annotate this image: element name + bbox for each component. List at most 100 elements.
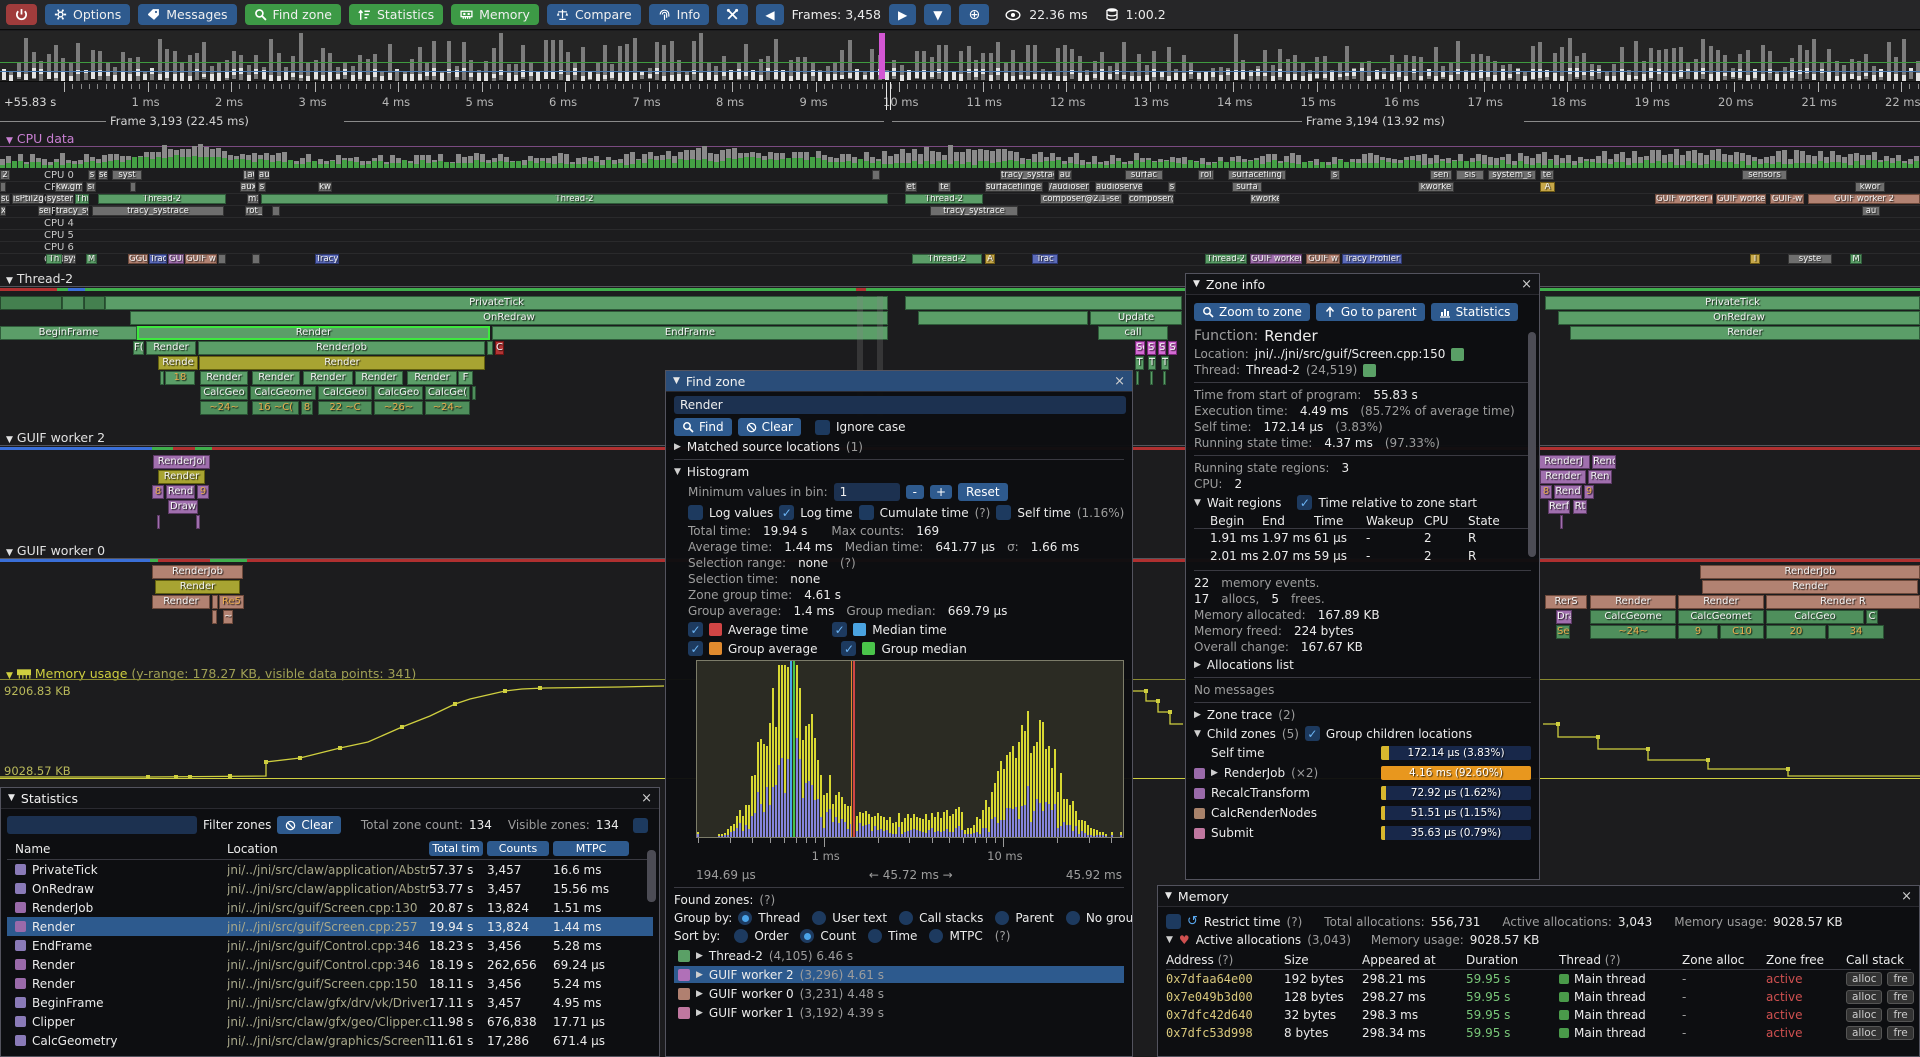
statistics-row[interactable]: Renderjni/../jni/src/guif/Control.cpp:34… [7, 955, 653, 974]
timeline-zone[interactable]: Dra [1556, 610, 1572, 624]
cpu-zone[interactable]: GUI [168, 254, 184, 264]
cpu-zone[interactable] [272, 206, 280, 216]
cpu-zone[interactable]: GUIF worker 0 [1655, 194, 1713, 204]
timeline-zone[interactable]: Render [1702, 580, 1918, 594]
timeline-zone[interactable]: 18 [165, 371, 195, 385]
cpu-zone[interactable]: Trac [1032, 254, 1058, 264]
timeline-zone[interactable]: Rende [158, 356, 198, 370]
cpu-zone[interactable]: se [98, 170, 108, 180]
timeline-zone[interactable] [1163, 371, 1166, 385]
cpu-zone[interactable]: au [258, 170, 270, 180]
cpu-zone[interactable]: surf [0, 194, 10, 204]
toolbar-button-compare[interactable]: Compare [547, 4, 641, 25]
timeline-zone[interactable]: call [1098, 326, 1168, 340]
toolbar-button-options[interactable]: Options [45, 4, 130, 25]
timeline-zone[interactable]: Rend [166, 485, 195, 499]
timeline-zone[interactable] [62, 296, 84, 310]
timeline-zone[interactable]: S [1168, 341, 1177, 355]
cpu-zone[interactable]: Thread-2 [912, 254, 982, 264]
timeline-zone[interactable]: Render R [1766, 595, 1920, 609]
sort-button-total[interactable]: Total tim [429, 841, 483, 856]
timeline-zone[interactable]: 9 [1678, 625, 1718, 639]
statistics-row[interactable]: Clipperjni/../jni/src/claw/gfx/geo/Clipp… [7, 1012, 653, 1031]
cpu-zone[interactable]: tracy_sysn [55, 206, 89, 216]
statistics-window-titlebar[interactable]: ▼Statistics× [1, 788, 659, 809]
cpu-zone[interactable]: audioserver [1095, 182, 1143, 192]
zone-trace-header[interactable]: ▶Zone trace(2) [1194, 708, 1531, 722]
filter-zones-input[interactable] [7, 816, 197, 834]
cpu-zone[interactable]: M [1850, 254, 1862, 264]
zoom-to-zone-button[interactable]: Zoom to zone [1194, 303, 1310, 321]
matched-source-locations[interactable]: ▶Matched source locations(1) [674, 440, 1124, 454]
cpu-zone[interactable]: tracy_systrace [1000, 170, 1055, 180]
timeline-zone[interactable]: CalcGeome [1590, 610, 1676, 624]
call-stack-button[interactable]: fre [1887, 1026, 1913, 1040]
cpu-zone[interactable]: GUIF worker 2 [1250, 254, 1302, 264]
timeline-zone[interactable]: 8 [301, 401, 313, 415]
cpu-zone[interactable]: Thread-2 [1205, 254, 1247, 264]
timeline-zone[interactable]: Rt [1573, 500, 1587, 514]
cpu-zone[interactable]: GUIF worker 2 [1808, 194, 1920, 204]
legend-checkbox-2[interactable]: ✓ [688, 641, 703, 656]
cpu-zone[interactable]: surfaceflinger [985, 182, 1043, 192]
cpu-zone[interactable]: tracy_systrace [930, 206, 1018, 216]
cpu-zone[interactable]: Thread-2 [98, 194, 226, 204]
cpu-zone[interactable]: Th [46, 254, 62, 264]
cpu-zone[interactable]: Tracy [149, 254, 167, 264]
timeline-zone[interactable]: RenderJob [1700, 565, 1920, 579]
cpu-zone[interactable]: si [86, 182, 96, 192]
found-zone-group[interactable]: ▶Thread-2(4,105) 6.46 s [674, 947, 1124, 964]
cpu-zone[interactable]: isPtil2g( [12, 194, 44, 204]
group-by-radio-user-text[interactable] [812, 911, 826, 925]
time-relative-checkbox[interactable]: ✓ [1297, 495, 1312, 510]
memory-col-address[interactable]: Address (?) [1166, 953, 1284, 967]
timeline-zone[interactable]: Render [199, 356, 485, 370]
frame-set-dropdown-button[interactable]: ▼ [924, 4, 951, 25]
child-zone-row[interactable]: Submit35.63 µs (0.79%) [1194, 825, 1531, 841]
cpu-zone[interactable]: M [86, 254, 97, 264]
timeline-zone[interactable]: RenderJob [198, 341, 485, 355]
collapse-icon[interactable]: ▼ [673, 376, 680, 386]
group-by-radio-call-stacks[interactable] [899, 911, 913, 925]
timeline-zone[interactable]: F( [133, 341, 144, 355]
find-zone-histogram[interactable] [696, 660, 1124, 838]
timeline-zone[interactable]: T [1135, 356, 1144, 370]
timeline-zone[interactable]: Sc [1135, 341, 1145, 355]
timeline-zone[interactable]: Render [303, 371, 353, 385]
memory-allocation-row[interactable]: 0x7dfc42d64032 bytes298.3 ms59.95 sMain … [1166, 1006, 1911, 1024]
timeline-zone[interactable]: Render [407, 371, 457, 385]
cpu-zone[interactable]: kworke [1250, 194, 1280, 204]
timeline-zone[interactable] [1136, 371, 1139, 385]
timeline-zone[interactable]: Rend [1554, 485, 1582, 499]
timeline-zone[interactable] [212, 595, 218, 609]
cpu-zone[interactable]: 2 [0, 170, 10, 180]
cpu-zone[interactable]: GGUIF [128, 254, 148, 264]
child-zone-row[interactable]: Self time172.14 µs (3.83%) [1194, 745, 1531, 761]
timeline-zone[interactable]: Render [146, 341, 196, 355]
ignore-case-checkbox[interactable] [815, 420, 830, 435]
timeline-zone[interactable]: Si [1147, 341, 1156, 355]
call-stack-button[interactable]: alloc [1846, 1008, 1882, 1022]
toolbar-button-info[interactable]: Info [649, 4, 710, 25]
child-zone-row[interactable]: RecalcTransform72.92 µs (1.62%) [1194, 785, 1531, 801]
cpu-zone[interactable]: system_se [46, 194, 74, 204]
next-frame-button[interactable]: ▶ [889, 4, 916, 25]
find-zone-window-titlebar[interactable]: ▼Find zone× [666, 371, 1132, 392]
cpu-zone[interactable] [0, 182, 6, 192]
cpu-zone[interactable]: tracy_systrace [92, 206, 224, 216]
cpu-zone[interactable]: [au [243, 170, 255, 180]
timeline-zone[interactable]: CalcGeo [200, 386, 248, 400]
expand-icon[interactable]: ▶ [696, 989, 703, 999]
cpu-zone[interactable]: kwor [1855, 182, 1885, 192]
timeline-zone[interactable]: RenderJ [1537, 455, 1590, 469]
cpu-zone[interactable]: au [1862, 206, 1880, 216]
expand-icon[interactable]: ▶ [1211, 768, 1218, 778]
memory-col-zone-free[interactable]: Zone free [1766, 953, 1846, 967]
timeline-zone[interactable]: T [1161, 356, 1169, 370]
call-stack-button[interactable]: fre [1887, 990, 1913, 1004]
cpu-zone[interactable] [872, 170, 880, 180]
statistics-button[interactable]: Statistics [1431, 303, 1519, 321]
timeline-zone[interactable]: RenderJob [152, 565, 243, 579]
toolbar-button-tools[interactable] [717, 4, 748, 25]
found-zone-group[interactable]: ▶GUIF worker 2(3,296) 4.61 s [674, 966, 1124, 983]
